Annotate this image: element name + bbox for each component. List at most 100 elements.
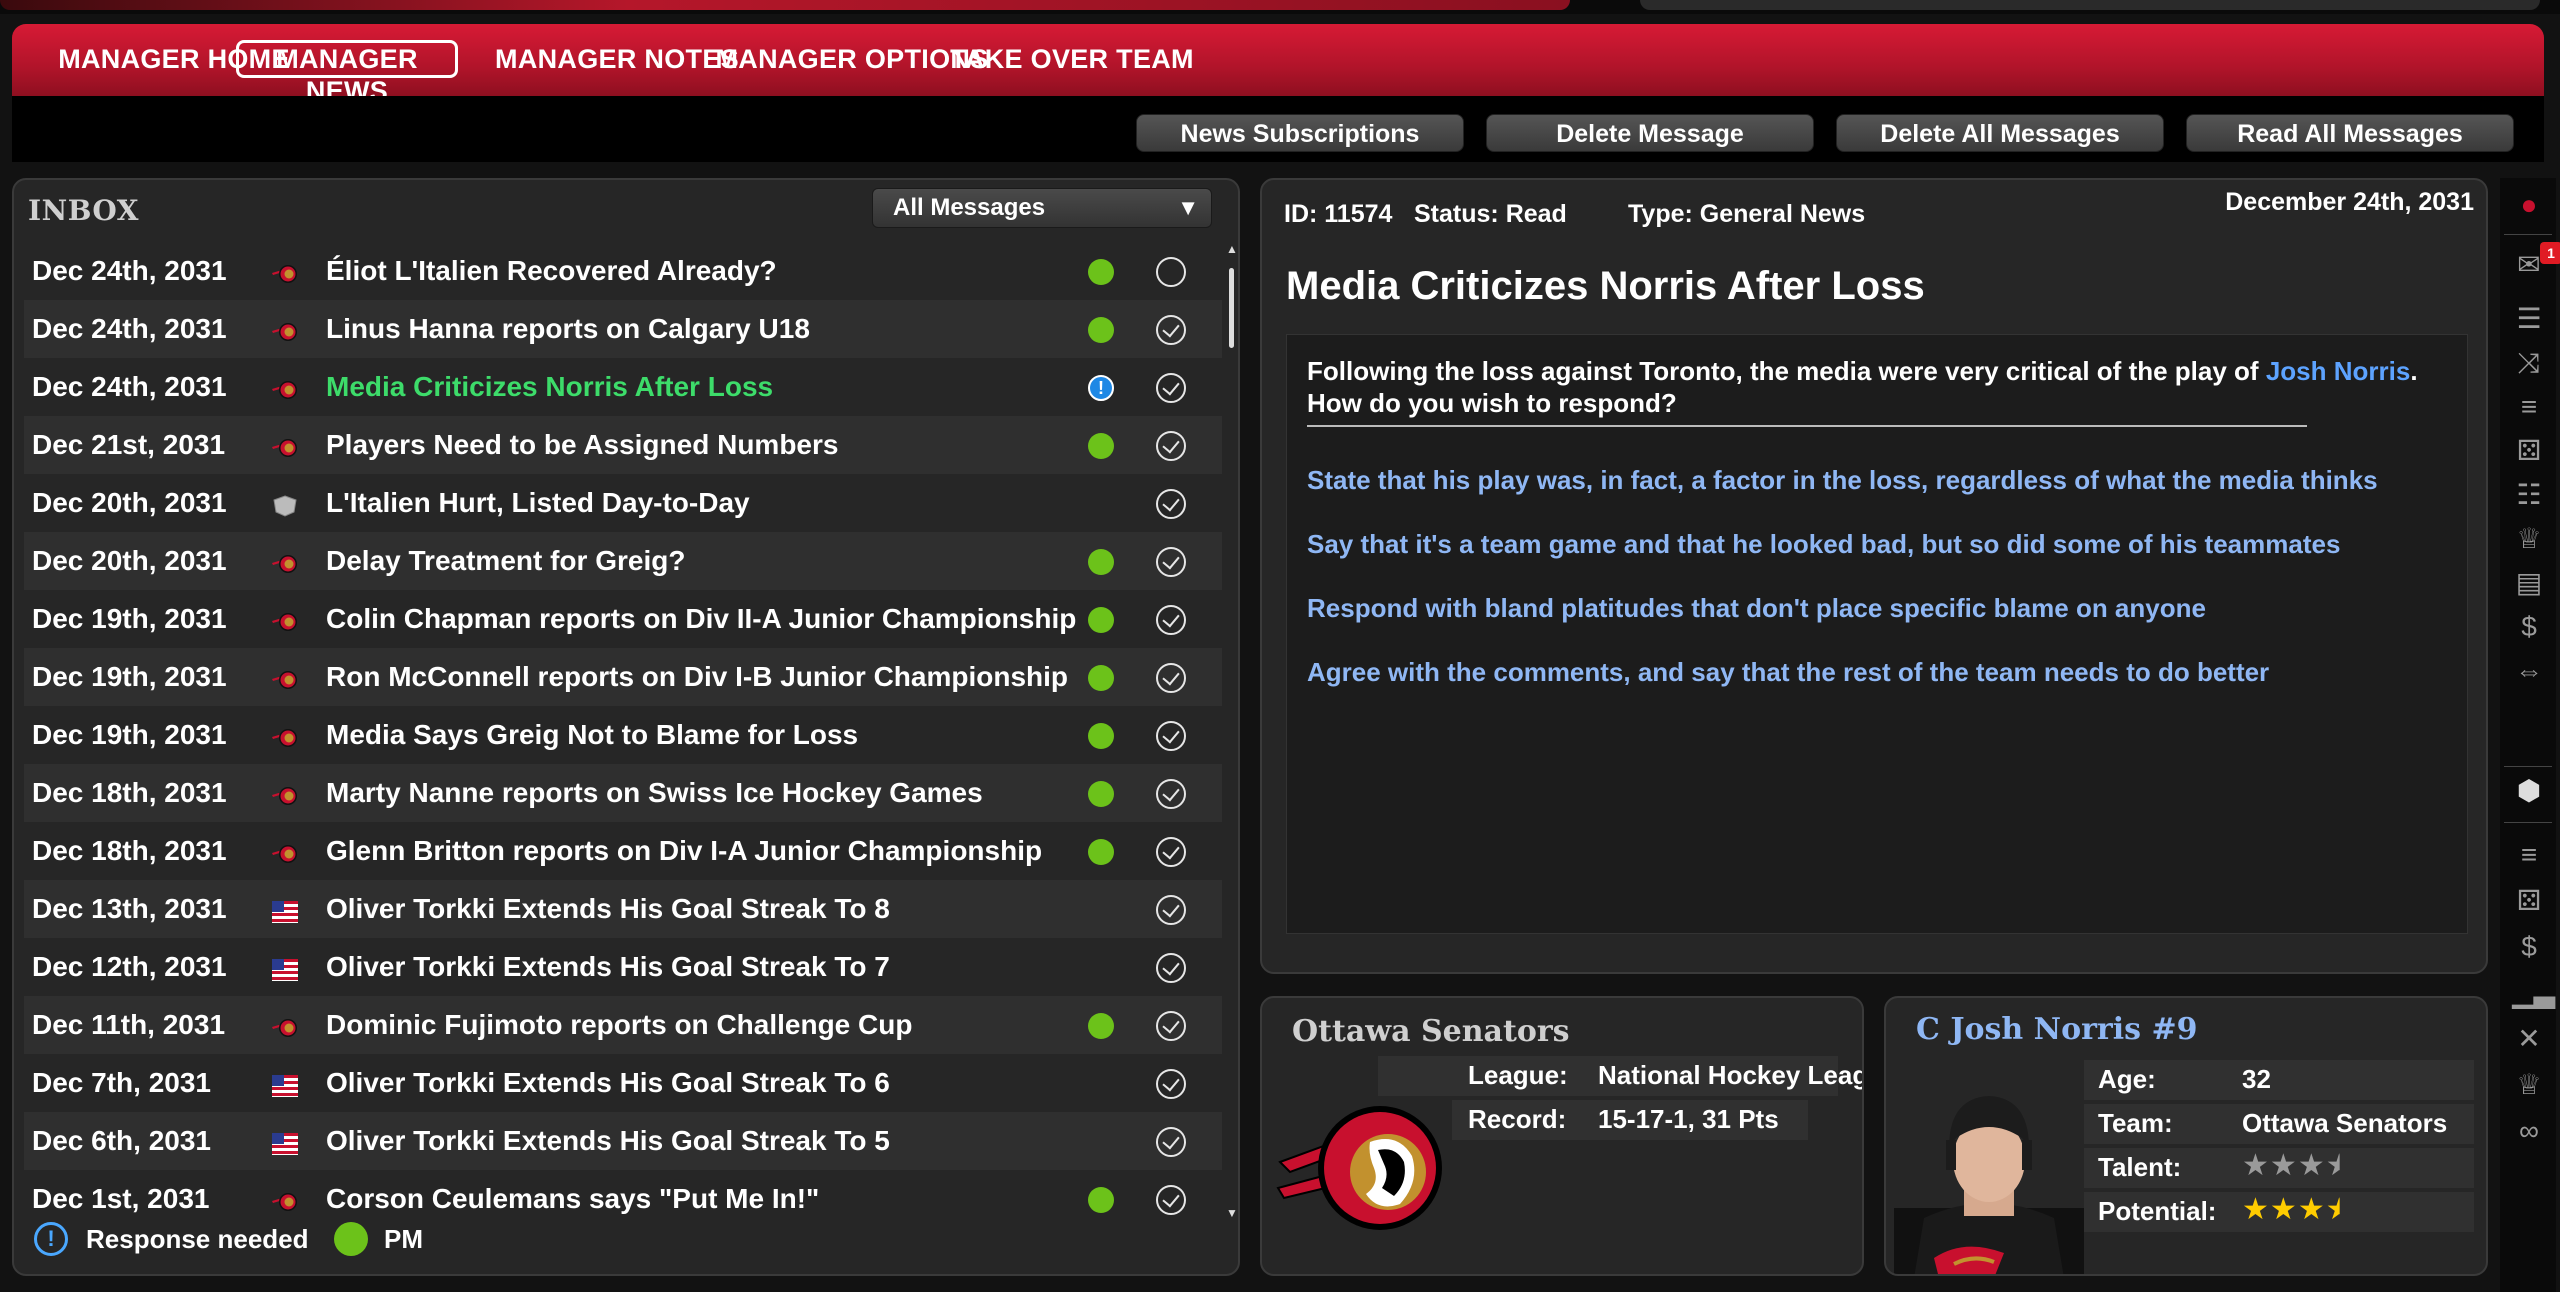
message-type: Type: General News xyxy=(1628,200,1865,229)
pm-dot-icon xyxy=(1088,433,1114,459)
message-row[interactable]: Dec 1st, 2031 Corson Ceulemans says "Put … xyxy=(24,1170,1222,1222)
nhl-logo-icon[interactable]: ⬢ xyxy=(2512,774,2546,808)
read-status-icon[interactable] xyxy=(1156,489,1186,519)
talent-label: Talent: xyxy=(2098,1152,2182,1182)
message-row[interactable]: Dec 19th, 2031 Media Says Greig Not to Bl… xyxy=(24,706,1222,764)
pm-dot-icon xyxy=(1088,317,1114,343)
team-card: Ottawa Senators League: National Hockey … xyxy=(1260,996,1864,1276)
roster-icon[interactable]: ☰ xyxy=(2512,302,2546,336)
player-name[interactable]: C Josh Norris #9 xyxy=(1916,1012,2197,1047)
pm-dot-icon xyxy=(1088,259,1114,285)
dollar-icon[interactable]: $ xyxy=(2512,930,2546,964)
senators-logo-icon xyxy=(1276,1106,1442,1230)
trade-icon[interactable]: ⇔ xyxy=(2512,654,2546,688)
message-list-scrollbar[interactable]: ▲ ▼ xyxy=(1226,242,1238,1222)
message-subject: Oliver Torkki Extends His Goal Streak To… xyxy=(326,951,890,982)
read-status-icon[interactable] xyxy=(1156,837,1186,867)
message-row[interactable]: Dec 20th, 2031 Delay Treatment for Greig? xyxy=(24,532,1222,590)
message-row[interactable]: Dec 11th, 2031 Dominic Fujimoto reports o… xyxy=(24,996,1222,1054)
legend-pm-label: PM xyxy=(384,1224,423,1254)
read-status-icon[interactable] xyxy=(1156,431,1186,461)
read-status-icon[interactable] xyxy=(1156,1185,1186,1215)
read-status-icon[interactable] xyxy=(1156,1011,1186,1041)
response-option-1[interactable]: State that his play was, in fact, a fact… xyxy=(1307,465,2378,496)
response-option-3[interactable]: Respond with bland platitudes that don't… xyxy=(1307,593,2206,624)
message-row[interactable]: Dec 20th, 2031 L'Italien Hurt, Listed Day… xyxy=(24,474,1222,532)
read-status-icon[interactable] xyxy=(1156,257,1186,287)
senators-logo-icon xyxy=(272,434,298,457)
league-trophy-icon[interactable]: ♕ xyxy=(2512,1068,2546,1102)
message-body: Following the loss against Toronto, the … xyxy=(1286,334,2468,934)
read-status-icon[interactable] xyxy=(1156,663,1186,693)
read-status-icon[interactable] xyxy=(1156,1069,1186,1099)
scroll-down-icon[interactable]: ▼ xyxy=(1226,1206,1238,1220)
finances-people-icon[interactable]: $ xyxy=(2512,610,2546,644)
message-row[interactable]: Dec 18th, 2031 Glenn Britton reports on D… xyxy=(24,822,1222,880)
message-row[interactable]: Dec 24th, 2031 Media Criticizes Norris Af… xyxy=(24,358,1222,416)
staff-icon[interactable]: ☷ xyxy=(2512,478,2546,512)
message-date: Dec 24th, 2031 xyxy=(32,255,227,286)
lines-icon[interactable]: ⤨ xyxy=(2512,346,2546,380)
read-status-icon[interactable] xyxy=(1156,547,1186,577)
inbox-icon[interactable]: ✉ 1 xyxy=(2512,242,2560,282)
player-link[interactable]: Josh Norris xyxy=(2266,356,2411,386)
usa-flag-icon xyxy=(272,956,298,981)
response-option-4[interactable]: Agree with the comments, and say that th… xyxy=(1307,657,2269,688)
message-row[interactable]: Dec 19th, 2031 Colin Chapman reports on D… xyxy=(24,590,1222,648)
pm-dot-icon xyxy=(1088,723,1114,749)
message-row[interactable]: Dec 24th, 2031 Éliot L'Italien Recovered … xyxy=(24,242,1222,300)
message-row[interactable]: Dec 24th, 2031 Linus Hanna reports on Cal… xyxy=(24,300,1222,358)
senators-logo-icon[interactable]: ● xyxy=(2512,188,2546,222)
dice-icon[interactable]: ⚄ xyxy=(2512,434,2546,468)
senators-logo-icon xyxy=(272,376,298,399)
message-row[interactable]: Dec 21st, 2031 Players Need to be Assigne… xyxy=(24,416,1222,474)
nav-manager-notes[interactable]: MANAGER NOTES xyxy=(492,40,742,78)
header-accent xyxy=(0,0,1570,10)
message-filter-dropdown[interactable]: All Messages ▼ xyxy=(872,188,1212,228)
nav-manager-news[interactable]: MANAGER NEWS xyxy=(236,40,458,106)
list-icon[interactable]: ≡ xyxy=(2512,390,2546,424)
message-row[interactable]: Dec 7th, 2031 Oliver Torkki Extends His G… xyxy=(24,1054,1222,1112)
league-dice-icon[interactable]: ⚄ xyxy=(2512,884,2546,918)
message-date: Dec 19th, 2031 xyxy=(32,661,227,692)
scroll-up-icon[interactable]: ▲ xyxy=(1226,242,1238,256)
read-status-icon[interactable] xyxy=(1156,721,1186,751)
message-subject: Linus Hanna reports on Calgary U18 xyxy=(326,313,810,344)
schedule-icon[interactable]: ▤ xyxy=(2512,566,2546,600)
league-list-icon[interactable]: ≡ xyxy=(2512,838,2546,872)
message-row[interactable]: Dec 13th, 2031 Oliver Torkki Extends His … xyxy=(24,880,1222,938)
star-icon: ★ xyxy=(2297,1193,2326,1226)
read-status-icon[interactable] xyxy=(1156,315,1186,345)
stats-icon[interactable]: ▁▃ xyxy=(2512,976,2555,1010)
header-accent-right xyxy=(1640,0,2540,10)
pairing-icon[interactable]: ∞ xyxy=(2512,1114,2546,1148)
message-date: Dec 24th, 2031 xyxy=(32,313,227,344)
message-row[interactable]: Dec 12th, 2031 Oliver Torkki Extends His … xyxy=(24,938,1222,996)
response-option-2[interactable]: Say that it's a team game and that he lo… xyxy=(1307,529,2340,560)
scrollbar-thumb[interactable] xyxy=(1229,268,1234,348)
news-subscriptions-button[interactable]: News Subscriptions xyxy=(1136,114,1464,152)
message-row[interactable]: Dec 6th, 2031 Oliver Torkki Extends His G… xyxy=(24,1112,1222,1170)
read-status-icon[interactable] xyxy=(1156,895,1186,925)
star-icon: ★ xyxy=(2297,1149,2326,1182)
team-name[interactable]: Ottawa Senators xyxy=(1292,1014,1570,1049)
delete-message-button[interactable]: Delete Message xyxy=(1486,114,1814,152)
message-row[interactable]: Dec 19th, 2031 Ron McConnell reports on D… xyxy=(24,648,1222,706)
trophy-icon[interactable]: ♕ xyxy=(2512,522,2546,556)
league-label: League: xyxy=(1468,1060,1568,1090)
message-type-value: General News xyxy=(1699,200,1866,228)
read-status-icon[interactable] xyxy=(1156,953,1186,983)
message-subject: Corson Ceulemans says "Put Me In!" xyxy=(326,1183,820,1214)
message-row[interactable]: Dec 18th, 2031 Marty Nanne reports on Swi… xyxy=(24,764,1222,822)
read-status-icon[interactable] xyxy=(1156,779,1186,809)
read-status-icon[interactable] xyxy=(1156,373,1186,403)
read-status-icon[interactable] xyxy=(1156,605,1186,635)
read-all-messages-button[interactable]: Read All Messages xyxy=(2186,114,2514,152)
delete-all-messages-button[interactable]: Delete All Messages xyxy=(1836,114,2164,152)
hockey-sticks-icon[interactable]: ✕ xyxy=(2512,1022,2546,1056)
nav-take-over-team[interactable]: TAKE OVER TEAM xyxy=(942,40,1202,78)
team-label: Team: xyxy=(2098,1108,2173,1138)
pm-dot-icon xyxy=(1088,1013,1114,1039)
read-status-icon[interactable] xyxy=(1156,1127,1186,1157)
message-subject: Colin Chapman reports on Div II-A Junior… xyxy=(326,603,1077,634)
